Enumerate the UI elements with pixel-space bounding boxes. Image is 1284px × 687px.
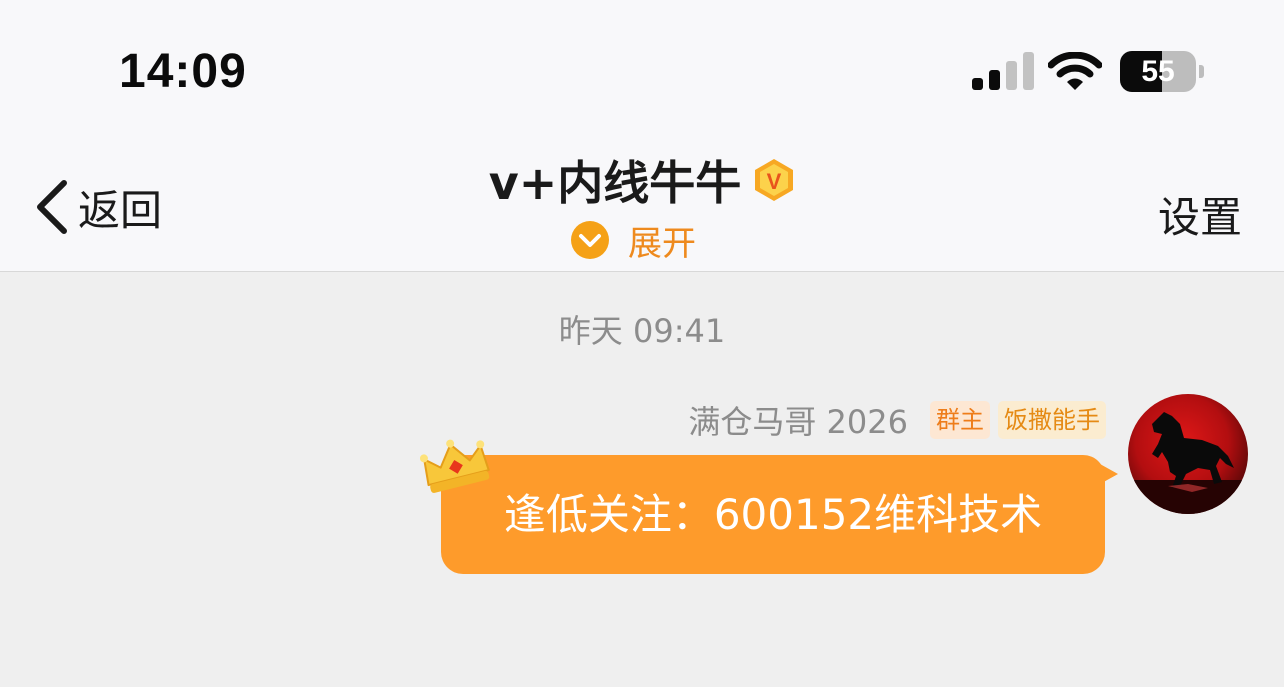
group-owner-badge: 群主	[930, 401, 990, 439]
settings-button[interactable]: 设置	[1158, 184, 1242, 245]
wifi-icon	[1048, 52, 1102, 90]
chat-title-row: v+内线牛牛 V	[0, 150, 1284, 210]
signal-icon	[972, 52, 1034, 90]
message-bubble[interactable]: 逢低关注：600152维科技术	[441, 455, 1105, 574]
horse-avatar	[1128, 394, 1248, 514]
message-text: 逢低关注：600152维科技术	[503, 490, 1043, 539]
v-badge-letter: V	[767, 169, 782, 194]
chevron-down-circle-icon	[571, 221, 609, 259]
crown-icon	[419, 439, 490, 493]
chat-title: v+内线牛牛	[488, 156, 742, 210]
sender-row: 满仓马哥 2026 群主 饭撒能手	[688, 397, 1106, 443]
status-time: 14:09	[119, 45, 247, 98]
sender-name[interactable]: 满仓马哥 2026	[688, 397, 908, 443]
top-bar: 14:09 55 返回 v+内线牛牛 V 展开 设置	[0, 0, 1284, 272]
expand-button[interactable]: 展开	[570, 218, 696, 264]
message-timestamp: 昨天 09:41	[558, 312, 726, 350]
battery-cap	[1199, 65, 1204, 78]
member-title-badge: 饭撒能手	[998, 401, 1106, 439]
v-badge-icon: V	[755, 159, 794, 201]
battery-level: 55	[1141, 55, 1175, 88]
expand-label: 展开	[628, 223, 696, 264]
battery-icon: 55	[1120, 51, 1204, 92]
avatar[interactable]	[1128, 394, 1248, 514]
